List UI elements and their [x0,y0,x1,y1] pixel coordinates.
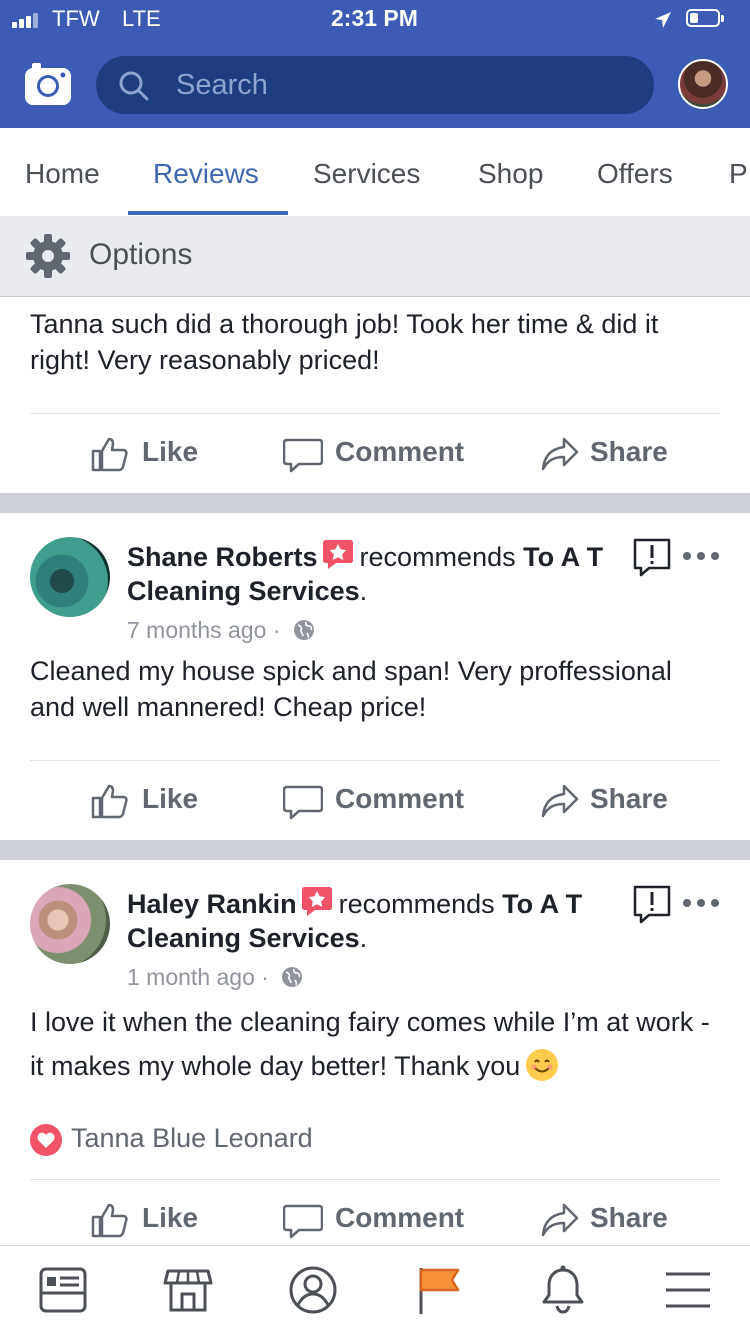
signal-strength-icon [12,12,46,28]
share-arrow-icon [541,1203,579,1237]
comment-button[interactable]: Comment [283,432,473,476]
active-tab-indicator [128,211,288,215]
tab-reviews[interactable]: Reviews [153,158,259,190]
battery-icon [686,9,726,29]
comment-button[interactable]: Comment [283,779,473,823]
profile-icon[interactable] [287,1264,339,1316]
divider [30,1179,720,1180]
share-label: Share [590,436,668,467]
menu-icon[interactable] [662,1264,714,1316]
comment-label: Comment [335,1202,465,1233]
tab-offers[interactable]: Offers [597,158,673,190]
tab-more-truncated[interactable]: P [729,158,748,190]
author-name[interactable]: Shane Roberts [127,542,318,572]
comment-bubble-icon [283,438,323,473]
search-placeholder: Search [176,69,268,101]
globe-icon [282,966,303,987]
recommends-text: recommends [359,542,516,572]
tab-home[interactable]: Home [25,158,100,190]
app-header: TFW LTE 2:31 PM Search [0,0,750,128]
post-text: Tanna such did a thorough job! Took her … [30,309,659,375]
recommendation-badge-icon [322,540,353,569]
news-feed-icon[interactable] [37,1264,89,1316]
recommendation-badge-icon [301,887,332,916]
thumbs-up-icon [91,437,128,472]
gear-icon [26,234,70,278]
post-meta: 7 months ago · [127,617,315,644]
comment-bubble-icon [283,785,323,820]
post-timestamp[interactable]: 7 months ago [127,617,266,643]
tab-shop[interactable]: Shop [478,158,543,190]
post-header: Shane Roberts recommends To A T Cleaning … [127,540,607,608]
marketplace-icon[interactable] [162,1264,214,1316]
report-review-icon[interactable] [632,884,672,924]
author-name[interactable]: Haley Rankin [127,889,297,919]
author-avatar[interactable] [30,884,110,964]
post-header: Haley Rankin recommends To A T Cleaning S… [127,887,607,955]
author-avatar[interactable] [30,537,110,617]
comment-button[interactable]: Comment [283,1198,473,1242]
share-arrow-icon [541,437,579,471]
post-timestamp[interactable]: 1 month ago [127,964,255,990]
like-button[interactable]: Like [90,779,210,823]
recommends-text: recommends [338,889,495,919]
bottom-navigation [0,1245,750,1335]
share-arrow-icon [541,784,579,818]
thumbs-up-icon [91,1203,128,1238]
page-tabs: Home Reviews Services Shop Offers P [0,128,750,217]
more-options-icon[interactable] [683,899,719,909]
profile-avatar[interactable] [678,59,728,109]
tab-services[interactable]: Services [313,158,420,190]
comment-bubble-icon [283,1204,323,1239]
divider [30,760,720,761]
share-button[interactable]: Share [540,779,680,823]
like-button[interactable]: Like [90,432,210,476]
post-text: I love it when the cleaning fairy comes … [30,1000,720,1088]
search-icon [119,71,149,101]
post-separator [0,493,750,513]
post-text-body: I love it when the cleaning fairy comes … [30,1007,710,1081]
carrier-name: TFW [52,6,100,31]
divider [30,413,720,414]
share-button[interactable]: Share [540,432,680,476]
post-text: Cleaned my house spick and span! Very pr… [30,656,672,722]
love-reaction-icon [30,1124,62,1156]
like-label: Like [142,436,199,467]
share-label: Share [590,783,668,814]
more-options-icon[interactable] [683,552,719,562]
options-label: Options [89,238,193,271]
pages-flag-icon[interactable] [412,1264,464,1316]
like-label: Like [142,783,199,814]
comment-label: Comment [335,436,465,467]
reaction-summary[interactable]: Tanna Blue Leonard [71,1123,313,1154]
location-arrow-icon [655,12,671,28]
report-review-icon[interactable] [632,537,672,577]
options-bar[interactable]: Options [0,216,750,297]
like-button[interactable]: Like [90,1198,210,1242]
share-button[interactable]: Share [540,1198,680,1242]
post-meta: 1 month ago · [127,964,303,991]
globe-icon [293,619,314,640]
share-label: Share [590,1202,668,1233]
notifications-bell-icon[interactable] [537,1264,589,1316]
comment-label: Comment [335,783,465,814]
like-label: Like [142,1202,199,1233]
smiling-emoji-icon [526,1048,559,1081]
status-time: 2:31 PM [331,5,418,31]
search-bar[interactable]: Search [96,56,654,114]
network-type: LTE [122,6,161,31]
thumbs-up-icon [91,784,128,819]
post-separator [0,840,750,860]
camera-icon[interactable] [24,62,72,106]
